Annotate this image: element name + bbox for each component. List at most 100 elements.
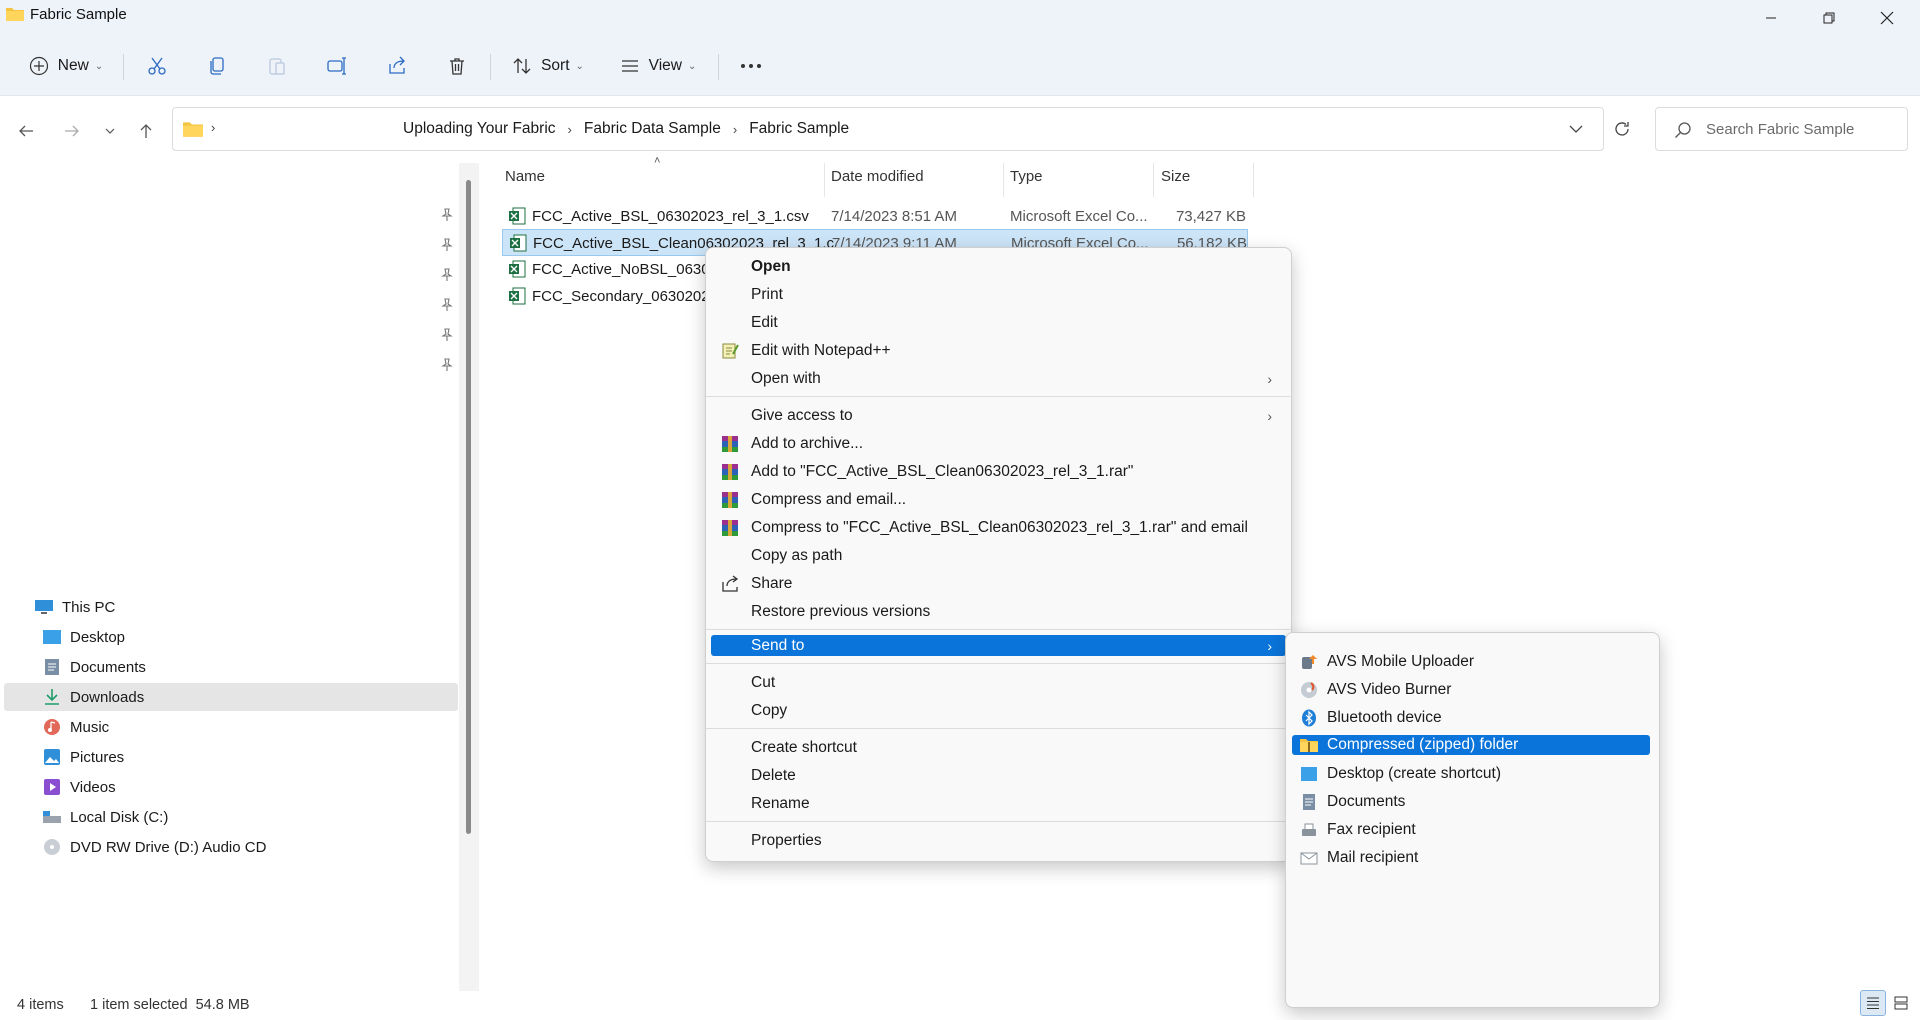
chevron-right-icon: › [211,120,216,135]
menu-item-send-to[interactable]: Send to › [711,635,1286,656]
menu-item-cut[interactable]: Cut [711,670,1286,696]
paste-button[interactable] [262,48,292,84]
restore-button[interactable] [1800,0,1858,36]
menu-item-add-archive[interactable]: Add to archive... [711,431,1286,457]
send-to-mail-recipient[interactable]: Mail recipient [1292,847,1650,869]
title-bar: Fabric Sample [0,0,1920,36]
menu-item-compress-rar-email[interactable]: Compress to "FCC_Active_BSL_Clean0630202… [711,515,1286,541]
column-header-date[interactable]: Date modified [831,168,924,185]
nav-item-label: DVD RW Drive (D:) Audio CD [70,838,267,856]
chevron-down-icon: ⌄ [94,60,104,72]
send-to-bluetooth[interactable]: Bluetooth device [1292,707,1650,729]
menu-item-add-rar[interactable]: Add to "FCC_Active_BSL_Clean06302023_rel… [711,459,1286,485]
send-to-compressed-folder[interactable]: Compressed (zipped) folder [1292,735,1650,755]
videos-icon [42,778,62,796]
up-button[interactable] [132,117,160,145]
breadcrumb-item[interactable]: Fabric Data Sample [584,120,721,138]
column-header-size[interactable]: Size [1161,168,1190,185]
nav-item-this-pc[interactable]: This PC [4,593,458,621]
menu-item-label: Cut [751,674,776,691]
copy-button[interactable] [202,48,232,84]
menu-item-give-access[interactable]: Give access to › [711,403,1286,429]
menu-item-edit-notepad[interactable]: Edit with Notepad++ [711,338,1286,364]
menu-item-print[interactable]: Print [711,282,1286,308]
cut-button[interactable] [142,48,172,84]
navigation-pane-scrollbar[interactable] [466,180,471,834]
breadcrumb-item[interactable]: Uploading Your Fabric [403,120,556,138]
menu-item-create-shortcut[interactable]: Create shortcut [711,735,1286,761]
search-input[interactable]: Search Fabric Sample [1655,107,1908,151]
pin-icon[interactable] [440,328,454,342]
divider [490,54,491,80]
chevron-right-icon: › [567,121,572,137]
menu-item-copy-as-path[interactable]: Copy as path [711,543,1286,569]
chevron-down-icon[interactable] [1569,124,1583,134]
nav-item-documents[interactable]: Documents [4,653,458,681]
nav-item-local-disk[interactable]: Local Disk (C:) [4,803,458,831]
pin-icon[interactable] [440,298,454,312]
address-bar[interactable]: › Uploading Your Fabric › Fabric Data Sa… [172,107,1629,151]
more-options-button[interactable] [734,48,768,84]
nav-item-videos[interactable]: Videos [4,773,458,801]
folder-icon [183,122,203,137]
menu-item-edit[interactable]: Edit [711,310,1286,336]
excel-file-icon [510,234,527,252]
sort-button[interactable]: Sort ⌄ [508,48,588,84]
send-to-desktop-shortcut[interactable]: Desktop (create shortcut) [1292,763,1650,785]
desktop-icon [1301,767,1317,781]
details-view-button[interactable] [1860,990,1886,1016]
menu-item-properties[interactable]: Properties [711,828,1286,854]
share-button[interactable] [382,48,412,84]
menu-item-delete[interactable]: Delete [711,763,1286,789]
send-to-avs-mobile-uploader[interactable]: AVS Mobile Uploader [1292,651,1650,673]
menu-item-copy[interactable]: Copy [711,698,1286,724]
nav-item-label: Desktop [70,628,126,646]
nav-item-pictures[interactable]: Pictures [4,743,458,771]
forward-button[interactable] [58,117,86,145]
menu-item-label: Restore previous versions [751,603,931,620]
restore-icon [1823,12,1835,24]
file-row[interactable]: FCC_Active_BSL_06302023_rel_3_1.csv 7/14… [502,203,1248,230]
menu-item-compress-email[interactable]: Compress and email... [711,487,1286,513]
menu-item-rename[interactable]: Rename [711,791,1286,817]
pin-icon[interactable] [440,268,454,282]
send-to-documents[interactable]: Documents [1292,791,1650,813]
column-divider[interactable] [824,163,825,197]
send-to-avs-video-burner[interactable]: AVS Video Burner [1292,679,1650,701]
file-name: FCC_Active_NoBSL_06302 [532,261,718,278]
menu-item-open-with[interactable]: Open with › [711,366,1286,392]
pin-icon[interactable] [440,208,454,222]
refresh-icon[interactable] [1613,120,1631,138]
share-icon [389,56,405,74]
new-button[interactable]: New ⌄ [24,48,108,84]
send-to-fax-recipient[interactable]: Fax recipient [1292,819,1650,841]
column-header-type[interactable]: Type [1010,168,1043,185]
view-button[interactable]: View ⌄ [616,48,700,84]
menu-item-label: Compress to "FCC_Active_BSL_Clean0630202… [751,519,1248,536]
column-header-name[interactable]: Name [505,168,545,185]
desktop-icon [42,628,62,646]
search-placeholder: Search Fabric Sample [1706,121,1855,138]
tiles-view-button[interactable] [1888,990,1914,1016]
close-button[interactable] [1858,0,1916,36]
nav-item-downloads[interactable]: Downloads [4,683,458,711]
pin-icon[interactable] [440,358,454,372]
nav-item-dvd-drive[interactable]: DVD RW Drive (D:) Audio CD [4,833,458,861]
minimize-button[interactable] [1742,0,1800,36]
pin-icon[interactable] [440,238,454,252]
breadcrumb-item[interactable]: Fabric Sample [749,120,849,138]
menu-item-share[interactable]: Share [711,571,1286,597]
nav-item-music[interactable]: Music [4,713,458,741]
column-divider[interactable] [1253,163,1254,197]
column-divider[interactable] [1153,163,1154,197]
menu-item-open[interactable]: Open [711,254,1286,280]
menu-item-restore-versions[interactable]: Restore previous versions [711,599,1286,625]
delete-button[interactable] [442,48,472,84]
nav-item-desktop[interactable]: Desktop [4,623,458,651]
music-icon [42,718,62,736]
back-button[interactable] [12,117,40,145]
column-divider[interactable] [1003,163,1004,197]
recent-locations-button[interactable] [96,117,124,145]
rename-button[interactable] [322,48,352,84]
menu-item-label: Create shortcut [751,739,857,756]
